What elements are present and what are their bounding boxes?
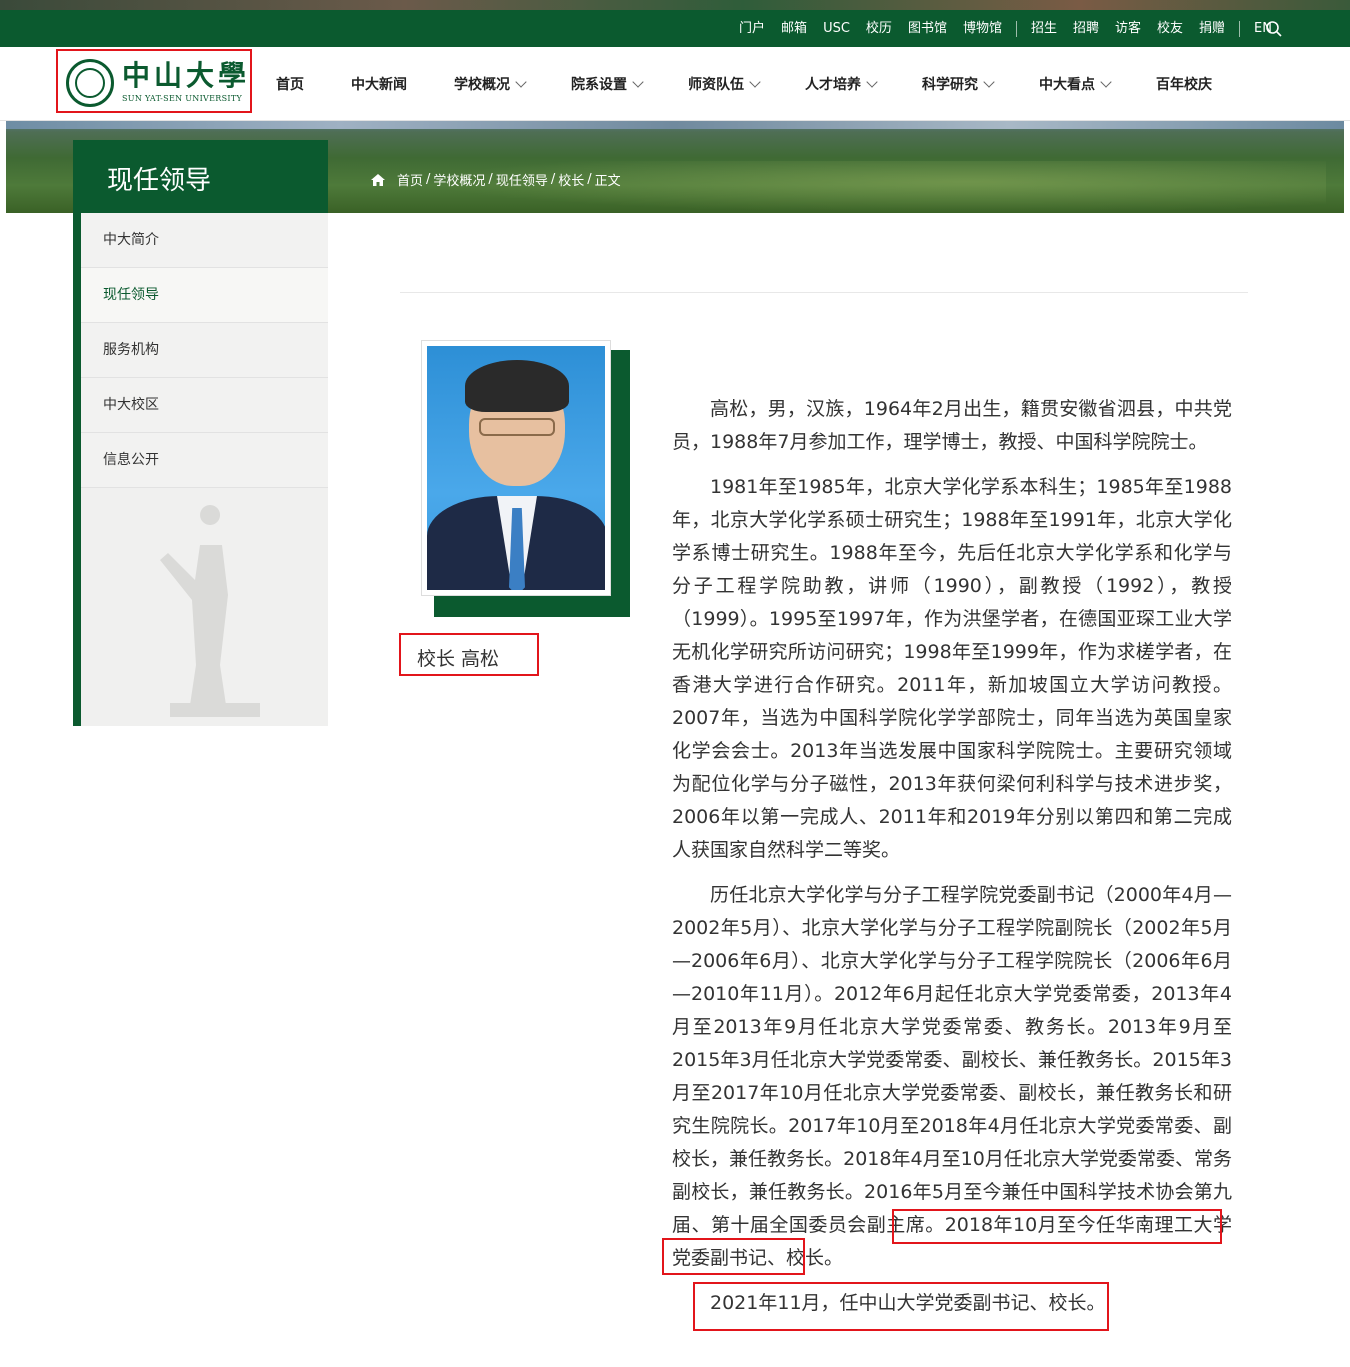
util-link-alumni[interactable]: 校友 [1149, 10, 1191, 47]
nav-centennial[interactable]: 百年校庆 [1156, 47, 1212, 121]
utility-links: 门户 邮箱 USC 校历 图书馆 博物馆 招生 招聘 访客 校友 捐赠 EN [731, 10, 1280, 47]
highlight-box-sysu [693, 1282, 1109, 1331]
breadcrumb-current: 正文 [594, 174, 621, 189]
nav-label: 中大新闻 [351, 77, 407, 93]
breadcrumb-home[interactable]: 首页 [397, 170, 423, 189]
president-portrait [427, 346, 605, 590]
nav-research[interactable]: 科学研究 [922, 47, 995, 121]
highlight-box-scut [892, 1209, 1222, 1244]
breadcrumb-about[interactable]: 学校概况 [433, 170, 485, 189]
util-link-donate[interactable]: 捐赠 [1191, 10, 1233, 47]
statue-watermark-icon [160, 505, 260, 717]
breadcrumb: 首页 / 学校概况 / 现任领导 / 校长 / 正文 [370, 170, 624, 189]
nav-faculty[interactable]: 师资队伍 [688, 47, 761, 121]
util-link-usc[interactable]: USC [815, 10, 858, 47]
university-seal-icon[interactable] [66, 59, 114, 107]
breadcrumb-leaders[interactable]: 现任领导 [496, 170, 548, 189]
nav-label: 院系设置 [571, 77, 627, 93]
util-link-jobs[interactable]: 招聘 [1065, 10, 1107, 47]
nav-highlights[interactable]: 中大看点 [1039, 47, 1112, 121]
bio-paragraph: 1981年至1985年，北京大学化学系本科生；1985年至1988年，北京大学化… [672, 476, 1232, 861]
nav-label: 中大看点 [1039, 77, 1095, 93]
main-nav: 首页 中大新闻 学校概况 院系设置 师资队伍 人才培养 科学研究 中大看点 百年… [258, 47, 1308, 121]
util-link-portal[interactable]: 门户 [731, 10, 773, 47]
util-link-visitor[interactable]: 访客 [1107, 10, 1149, 47]
bio-paragraph: 高松，男，汉族，1964年2月出生，籍贯安徽省泗县，中共党员，1988年7月参加… [672, 398, 1232, 453]
sidebar-item-services[interactable]: 服务机构 [81, 323, 328, 378]
portrait-hair [465, 360, 569, 412]
nav-label: 首页 [276, 77, 304, 93]
util-link-museum[interactable]: 博物馆 [955, 10, 1010, 47]
nav-label: 师资队伍 [688, 77, 744, 93]
logo-name-cn[interactable]: 中山大學 [122, 60, 250, 92]
biography-article: 高松，男，汉族，1964年2月出生，籍贯安徽省泗县，中共党员，1988年7月参加… [672, 393, 1232, 1332]
chevron-down-icon [866, 75, 878, 88]
chevron-down-icon [749, 75, 761, 88]
nav-label: 学校概况 [454, 77, 510, 93]
chevron-down-icon [983, 75, 995, 88]
portrait-caption: 校长 高松 [417, 648, 500, 670]
util-link-mail[interactable]: 邮箱 [773, 10, 815, 47]
nav-label: 人才培养 [805, 77, 861, 93]
util-link-admission[interactable]: 招生 [1023, 10, 1065, 47]
home-icon [371, 173, 385, 186]
portrait-frame [421, 340, 611, 596]
nav-label: 科学研究 [922, 77, 978, 93]
util-divider [1239, 20, 1241, 37]
portrait-glasses [479, 418, 555, 436]
section-title: 现任领导 [107, 166, 212, 196]
util-divider [1015, 20, 1017, 37]
nav-education[interactable]: 人才培养 [805, 47, 878, 121]
top-photo-strip [0, 0, 1350, 10]
nav-news[interactable]: 中大新闻 [351, 47, 407, 121]
nav-home[interactable]: 首页 [276, 47, 304, 121]
util-link-library[interactable]: 图书馆 [900, 10, 955, 47]
util-link-calendar[interactable]: 校历 [858, 10, 900, 47]
sidebar-item-intro[interactable]: 中大简介 [81, 213, 328, 268]
nav-schools[interactable]: 院系设置 [571, 47, 644, 121]
sidebar-item-disclosure[interactable]: 信息公开 [81, 433, 328, 488]
search-icon[interactable] [1265, 20, 1283, 38]
chevron-down-icon [1100, 75, 1112, 88]
chevron-down-icon [632, 75, 644, 88]
sidebar-item-leaders[interactable]: 现任领导 [81, 268, 328, 323]
breadcrumb-president[interactable]: 校长 [558, 170, 584, 189]
chevron-down-icon [515, 75, 527, 88]
logo-name-en: SUN YAT-SEN UNIVERSITY [122, 94, 243, 103]
highlight-box-scut-cont [662, 1238, 805, 1275]
nav-label: 百年校庆 [1156, 77, 1212, 93]
content-divider [400, 292, 1248, 293]
nav-about[interactable]: 学校概况 [454, 47, 527, 121]
sidebar-item-campus[interactable]: 中大校区 [81, 378, 328, 433]
